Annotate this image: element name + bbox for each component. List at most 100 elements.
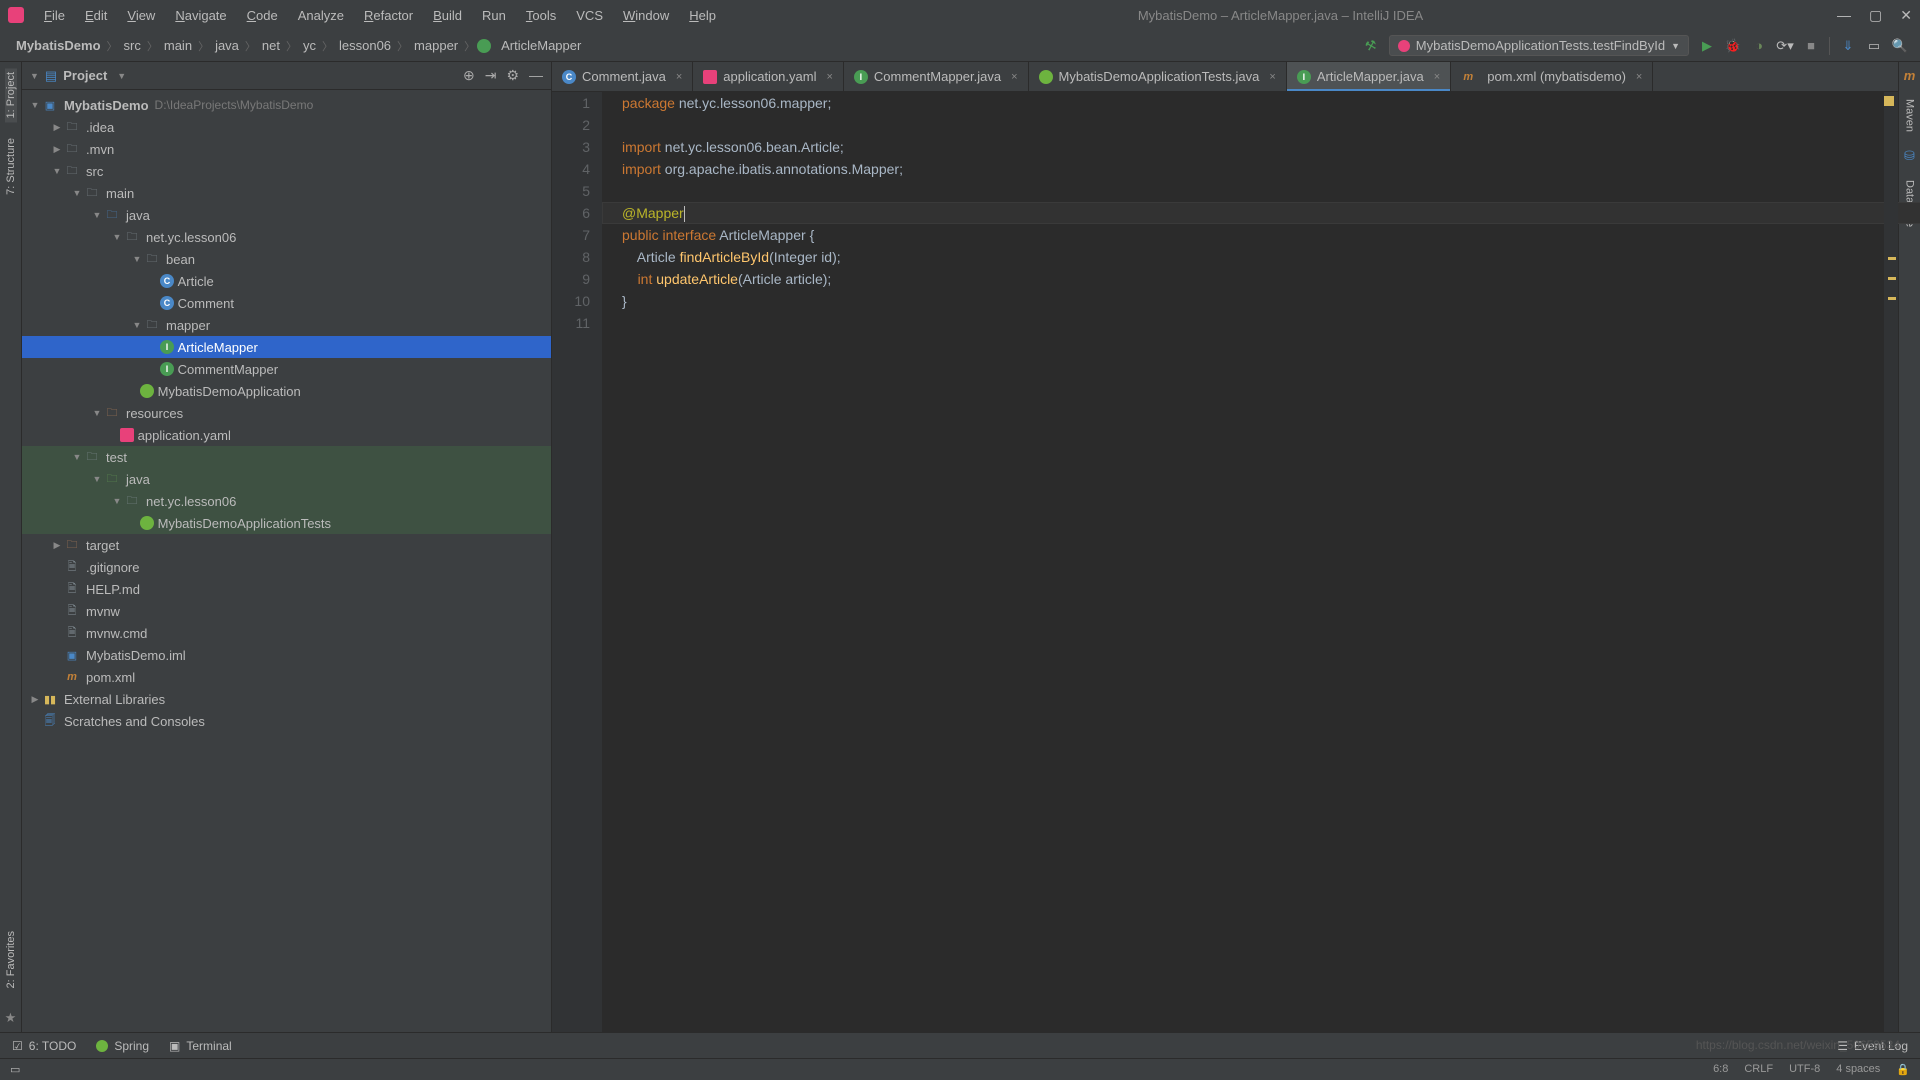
tree-java[interactable]: ▼🗀java — [22, 204, 551, 226]
tab-comment-mapper[interactable]: ICommentMapper.java× — [844, 62, 1029, 91]
profile-icon[interactable]: ⟳▾ — [1777, 38, 1793, 54]
close-icon[interactable]: × — [1636, 71, 1642, 83]
tree-mvn[interactable]: ▶🗀.mvn — [22, 138, 551, 160]
tree-help[interactable]: 🗎HELP.md — [22, 578, 551, 600]
tab-article-mapper[interactable]: IArticleMapper.java× — [1287, 62, 1451, 91]
close-icon[interactable]: × — [1011, 71, 1017, 83]
tree-external-libs[interactable]: ▶▮▮External Libraries — [22, 688, 551, 710]
close-icon[interactable]: × — [1269, 71, 1275, 83]
tree-bean[interactable]: ▼🗀bean — [22, 248, 551, 270]
run-icon[interactable]: ▶ — [1699, 38, 1715, 54]
tool-spring[interactable]: Spring — [96, 1039, 149, 1053]
tree-test[interactable]: ▼🗀test — [22, 446, 551, 468]
menu-refactor[interactable]: Refactor — [356, 6, 421, 25]
crumb-lesson[interactable]: lesson06 — [335, 38, 395, 53]
tree-pom[interactable]: mpom.xml — [22, 666, 551, 688]
crumb-class[interactable]: ArticleMapper — [497, 38, 585, 53]
menu-build[interactable]: Build — [425, 6, 470, 25]
coverage-icon[interactable]: ◑ — [1751, 38, 1767, 54]
locate-icon[interactable]: ⊕ — [463, 67, 475, 84]
warning-indicator-icon[interactable] — [1884, 96, 1894, 106]
chevron-down-icon[interactable]: ▼ — [117, 71, 126, 81]
crumb-mapper[interactable]: mapper — [410, 38, 462, 53]
menu-navigate[interactable]: Navigate — [167, 6, 234, 25]
menu-analyze[interactable]: Analyze — [290, 6, 352, 25]
tool-project[interactable]: 1: Project — [5, 68, 17, 122]
tab-yaml[interactable]: application.yaml× — [693, 62, 844, 91]
menu-edit[interactable]: Edit — [77, 6, 115, 25]
tree-mvnw[interactable]: 🗎mvnw — [22, 600, 551, 622]
editor[interactable]: 1 2 3 4 5 6 7 8 9 10 11 package net.yc.l… — [552, 92, 1898, 1032]
tree-test-class[interactable]: MybatisDemoApplicationTests — [22, 512, 551, 534]
menu-run[interactable]: Run — [474, 6, 514, 25]
collapse-icon[interactable]: ⇥ — [485, 67, 497, 84]
tree-idea[interactable]: ▶🗀.idea — [22, 116, 551, 138]
tree-target[interactable]: ▶🗀target — [22, 534, 551, 556]
close-icon[interactable]: × — [826, 71, 832, 83]
tree-comment[interactable]: C Comment — [22, 292, 551, 314]
project-tree[interactable]: ▼▣MybatisDemoD:\IdeaProjects\MybatisDemo… — [22, 90, 551, 1032]
tree-scratches[interactable]: 🗐Scratches and Consoles — [22, 710, 551, 732]
run-configuration-selector[interactable]: MybatisDemoApplicationTests.testFindById… — [1389, 35, 1689, 56]
menu-help[interactable]: Help — [681, 6, 724, 25]
menu-code[interactable]: Code — [239, 6, 286, 25]
tree-test-pkg[interactable]: ▼🗀net.yc.lesson06 — [22, 490, 551, 512]
warning-marker[interactable] — [1888, 257, 1896, 260]
chevron-down-icon[interactable]: ▼ — [30, 71, 39, 81]
tree-article[interactable]: C Article — [22, 270, 551, 292]
debug-icon[interactable]: 🐞 — [1725, 38, 1741, 54]
status-encoding[interactable]: UTF-8 — [1789, 1063, 1820, 1076]
tab-comment[interactable]: CComment.java× — [552, 62, 693, 91]
tree-iml[interactable]: ▣MybatisDemo.iml — [22, 644, 551, 666]
tool-maven[interactable]: Maven — [1904, 95, 1916, 136]
stop-icon[interactable]: ■ — [1803, 38, 1819, 54]
close-icon[interactable]: × — [676, 71, 682, 83]
tree-main[interactable]: ▼🗀main — [22, 182, 551, 204]
warning-marker[interactable] — [1888, 277, 1896, 280]
tool-structure[interactable]: 7: Structure — [5, 134, 17, 199]
tool-event-log[interactable]: ☰Event Log — [1837, 1039, 1908, 1053]
tab-pom[interactable]: mpom.xml (mybatisdemo)× — [1451, 62, 1653, 91]
tree-app-class[interactable]: MybatisDemoApplication — [22, 380, 551, 402]
crumb-yc[interactable]: yc — [299, 38, 320, 53]
menu-window[interactable]: Window — [615, 6, 677, 25]
minimize-icon[interactable]: — — [1837, 7, 1851, 24]
tree-yaml[interactable]: application.yaml — [22, 424, 551, 446]
close-icon[interactable]: × — [1434, 71, 1440, 83]
status-menu-icon[interactable]: ▭ — [10, 1063, 20, 1076]
close-icon[interactable]: ✕ — [1900, 7, 1912, 24]
error-stripe[interactable] — [1884, 92, 1898, 1032]
status-line-sep[interactable]: CRLF — [1744, 1063, 1773, 1076]
status-position[interactable]: 6:8 — [1713, 1063, 1728, 1076]
tool-todo[interactable]: ☑6: TODO — [12, 1039, 76, 1053]
build-icon[interactable]: ⚒ — [1361, 36, 1381, 56]
warning-marker[interactable] — [1888, 297, 1896, 300]
tree-comment-mapper[interactable]: I CommentMapper — [22, 358, 551, 380]
crumb-net[interactable]: net — [258, 38, 284, 53]
menu-view[interactable]: View — [119, 6, 163, 25]
tool-terminal[interactable]: ▣Terminal — [169, 1039, 232, 1053]
tab-tests[interactable]: MybatisDemoApplicationTests.java× — [1029, 62, 1287, 91]
tree-test-java[interactable]: ▼🗀java — [22, 468, 551, 490]
search-everywhere-icon[interactable]: 🔍 — [1892, 38, 1908, 54]
menu-tools[interactable]: Tools — [518, 6, 564, 25]
tree-gitignore[interactable]: 🗎.gitignore — [22, 556, 551, 578]
status-indent[interactable]: 4 spaces — [1836, 1063, 1880, 1076]
code-area[interactable]: package net.yc.lesson06.mapper; import n… — [602, 92, 1884, 1032]
tree-src[interactable]: ▼🗀src — [22, 160, 551, 182]
tree-package[interactable]: ▼🗀net.yc.lesson06 — [22, 226, 551, 248]
vcs-update-icon[interactable]: ⇓ — [1840, 38, 1856, 54]
settings-icon[interactable]: ⚙ — [506, 67, 519, 84]
tree-root[interactable]: ▼▣MybatisDemoD:\IdeaProjects\MybatisDemo — [22, 94, 551, 116]
lock-icon[interactable]: 🔒 — [1896, 1063, 1910, 1076]
crumb-project[interactable]: MybatisDemo — [12, 38, 105, 53]
ide-settings-icon[interactable]: ▭ — [1866, 38, 1882, 54]
tree-mapper[interactable]: ▼🗀mapper — [22, 314, 551, 336]
tree-resources[interactable]: ▼🗀resources — [22, 402, 551, 424]
crumb-java[interactable]: java — [211, 38, 243, 53]
hide-icon[interactable]: — — [529, 67, 543, 84]
maximize-icon[interactable]: ▢ — [1869, 7, 1882, 24]
tree-article-mapper[interactable]: I ArticleMapper — [22, 336, 551, 358]
menu-file[interactable]: File — [36, 6, 73, 25]
tool-favorites[interactable]: 2: Favorites — [5, 927, 17, 992]
